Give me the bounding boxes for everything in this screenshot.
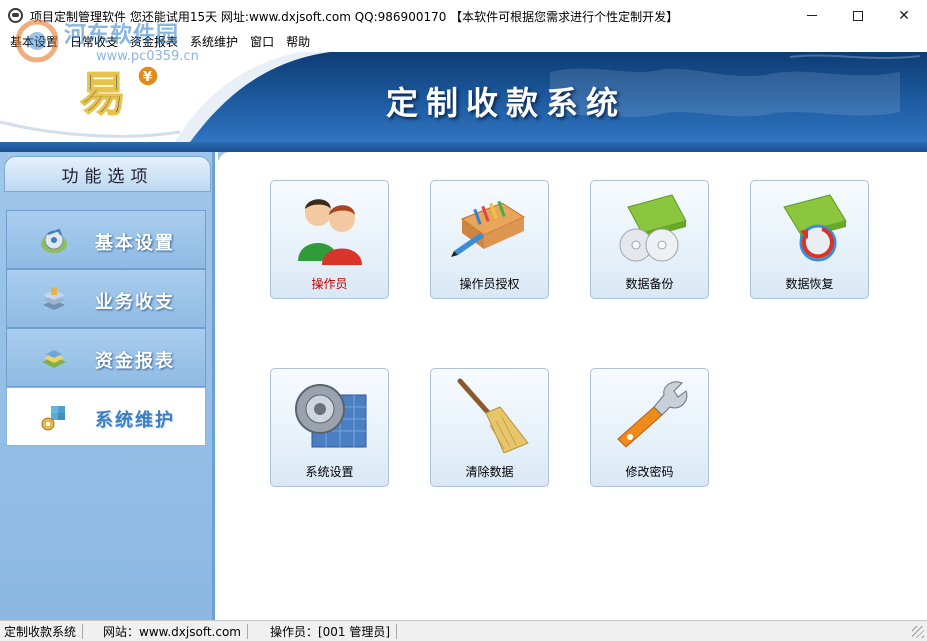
system-settings-tile[interactable]: 系统设置 (270, 368, 389, 487)
tile-label: 数据备份 (625, 277, 674, 291)
status-website: 网站：www.dxjsoft.com (103, 624, 241, 639)
sidebar-item-fund-report[interactable]: 资金报表 (6, 328, 206, 387)
main-content: 操作员 操作员授权 数据备份 数据恢复 系统设置 清除数据 修改密码 (218, 152, 927, 620)
resize-grip-icon[interactable] (912, 626, 924, 638)
banner-title: 定制收款系统 (386, 84, 627, 122)
pencil-box-icon (451, 200, 526, 257)
report-icon (42, 350, 66, 368)
sidebar-item-label: 系统维护 (95, 410, 175, 431)
wrench-icon (617, 381, 688, 448)
status-bar: 定制收款系统 网站：www.dxjsoft.com 操作员：[001 管理员] (0, 620, 927, 641)
operator-authorization-tile[interactable]: 操作员授权 (430, 180, 549, 299)
sidebar-item-basic-settings[interactable]: 基本设置 (6, 210, 206, 269)
data-backup-tile[interactable]: 数据备份 (590, 180, 709, 299)
operator-tile[interactable]: 操作员 (270, 180, 389, 299)
menu-item-basic-settings[interactable]: 基本设置 (4, 31, 64, 51)
tile-label: 修改密码 (625, 465, 674, 479)
maintenance-icon (41, 406, 65, 431)
sidebar-item-label: 资金报表 (95, 351, 175, 372)
sidebar: 功能选项 基本设置 业务收支 资金报表 系统维护 (0, 152, 215, 620)
window-title: 项目定制管理软件 您还能试用15天 网址:www.dxjsoft.com QQ:… (30, 10, 679, 24)
disc-settings-icon (41, 228, 67, 253)
minimize-icon (807, 15, 817, 16)
menu-bar: 基本设置 日常收支 资金报表 系统维护 窗口 帮助 (0, 31, 927, 51)
broom-icon (457, 378, 529, 453)
restore-disc-icon (783, 194, 847, 262)
tile-label: 操作员授权 (459, 277, 520, 291)
close-icon: ✕ (898, 7, 910, 24)
tile-label: 系统设置 (305, 465, 354, 479)
menu-item-system-maintenance[interactable]: 系统维护 (184, 31, 244, 51)
status-separator (246, 623, 248, 639)
operators-icon (298, 199, 362, 265)
svg-text:易: 易 (80, 67, 126, 121)
yi-logo-icon: 易 ¥ (80, 65, 159, 122)
tile-label: 操作员 (311, 277, 348, 291)
banner-swoosh (0, 52, 330, 142)
main-top-corner (218, 152, 927, 168)
sidebar-item-label: 业务收支 (95, 292, 175, 313)
app-window: 项目定制管理软件 您还能试用15天 网址:www.dxjsoft.com QQ:… (0, 0, 927, 641)
svg-text:¥: ¥ (143, 70, 152, 85)
change-password-tile[interactable]: 修改密码 (590, 368, 709, 487)
data-restore-tile[interactable]: 数据恢复 (750, 180, 869, 299)
menu-item-fund-report[interactable]: 资金报表 (124, 31, 184, 51)
banner-bottom-bar (0, 142, 927, 152)
maximize-icon (853, 10, 863, 21)
tile-label: 数据恢复 (785, 277, 834, 291)
title-bar[interactable]: 项目定制管理软件 您还能试用15天 网址:www.dxjsoft.com QQ:… (0, 0, 927, 31)
backup-disc-icon (619, 194, 687, 262)
gear-settings-icon (295, 384, 367, 448)
app-logo-icon (8, 8, 23, 23)
tile-label: 清除数据 (465, 465, 514, 479)
clear-data-tile[interactable]: 清除数据 (430, 368, 549, 487)
maximize-button[interactable] (835, 0, 881, 31)
stack-icon (43, 287, 65, 310)
menu-item-daily-income[interactable]: 日常收支 (64, 31, 124, 51)
status-separator (396, 623, 398, 639)
status-operator: 操作员：[001 管理员] (269, 624, 391, 639)
menu-item-window[interactable]: 窗口 (244, 31, 280, 51)
sidebar-item-label: 基本设置 (95, 233, 175, 254)
sidebar-item-system-maintenance[interactable]: 系统维护 (6, 387, 206, 446)
sidebar-header: 功能选项 (4, 156, 211, 192)
minimize-button[interactable] (789, 0, 835, 31)
status-system-name: 定制收款系统 (4, 624, 77, 639)
menu-item-help[interactable]: 帮助 (280, 31, 316, 51)
close-button[interactable]: ✕ (881, 0, 927, 31)
status-separator (82, 623, 84, 639)
sidebar-item-business[interactable]: 业务收支 (6, 269, 206, 328)
